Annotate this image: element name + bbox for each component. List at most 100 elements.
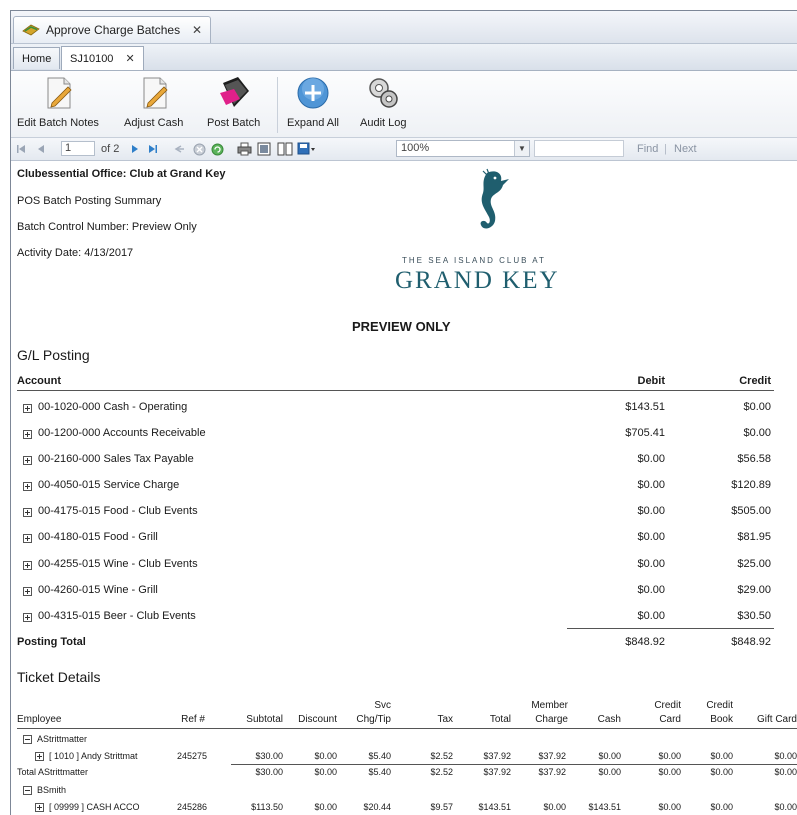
- gl-credit: $56.58: [737, 453, 771, 465]
- report-summary-title: POS Batch Posting Summary: [17, 195, 162, 207]
- page-number-input[interactable]: 1: [61, 141, 95, 156]
- collapse-group-icon[interactable]: [23, 735, 32, 744]
- gl-debit: $705.41: [625, 427, 665, 439]
- column-employee: Employee: [17, 714, 62, 725]
- ticket-header-divider: [17, 728, 797, 729]
- expand-row-icon[interactable]: [23, 482, 32, 491]
- expand-row-icon[interactable]: [23, 508, 32, 517]
- group-total-subtotal: $30.00: [255, 767, 283, 777]
- expand-row-icon[interactable]: [23, 561, 32, 570]
- column-svc: Svc: [374, 700, 391, 711]
- group-total-credit-card: $0.00: [658, 767, 681, 777]
- tab-home[interactable]: Home: [13, 47, 61, 69]
- document-tab-bar: Approve Charge Batches ✕: [11, 11, 797, 44]
- gl-debit: $0.00: [637, 558, 665, 570]
- column-ref: Ref #: [181, 714, 205, 725]
- edit-notes-icon: [47, 77, 72, 109]
- expand-row-icon[interactable]: [23, 430, 32, 439]
- ticket-ref: 245275: [177, 751, 208, 761]
- column-discount: Discount: [298, 714, 337, 725]
- ticket-credit-book: $0.00: [710, 802, 733, 812]
- gl-debit: $0.00: [637, 531, 665, 543]
- refresh-icon[interactable]: [211, 141, 224, 157]
- column-credit: Credit: [739, 375, 771, 387]
- ticket-gift-card: $0.00: [774, 802, 797, 812]
- seahorse-logo-icon: [480, 168, 509, 229]
- find-input[interactable]: [534, 140, 624, 157]
- header-divider: [17, 390, 774, 391]
- report-office-title: Clubessential Office: Club at Grand Key: [17, 168, 226, 180]
- adjust-cash-button[interactable]: Adjust Cash: [124, 75, 183, 129]
- column-cash: Cash: [597, 714, 621, 725]
- logo-title: GRAND KEY: [395, 267, 560, 294]
- tab-sj10100[interactable]: SJ10100 ✕: [61, 46, 144, 70]
- export-icon[interactable]: [297, 141, 317, 157]
- expand-all-button[interactable]: Expand All: [287, 75, 339, 129]
- column-credit-book: Book: [710, 714, 733, 725]
- ticket-credit-book: $0.00: [710, 751, 733, 761]
- posting-total-debit: $848.92: [625, 636, 665, 648]
- page-count: of 2: [101, 143, 120, 155]
- column-credit-book-top: Credit: [706, 700, 733, 711]
- first-page-icon[interactable]: [15, 141, 27, 157]
- expand-all-label: Expand All: [287, 117, 339, 129]
- expand-row-icon[interactable]: [23, 456, 32, 465]
- gl-credit: $0.00: [743, 427, 771, 439]
- ticket-ref: 245286: [177, 802, 208, 812]
- gl-account-name: 00-4175-015 Food - Club Events: [38, 505, 198, 517]
- logo-subtitle: THE SEA ISLAND CLUB AT: [402, 256, 546, 265]
- posting-total-credit: $848.92: [731, 636, 771, 648]
- gl-credit: $81.95: [737, 531, 771, 543]
- find-button[interactable]: Find: [637, 141, 658, 157]
- post-batch-icon: [219, 77, 249, 107]
- gl-credit: $30.50: [737, 610, 771, 622]
- audit-log-button[interactable]: Audit Log: [360, 75, 406, 129]
- next-page-icon[interactable]: [129, 141, 141, 157]
- expand-row-icon[interactable]: [35, 803, 44, 812]
- edit-batch-notes-button[interactable]: Edit Batch Notes: [17, 75, 99, 129]
- adjust-cash-label: Adjust Cash: [124, 117, 184, 129]
- application-window: Approve Charge Batches ✕ Home SJ10100 ✕ …: [10, 10, 797, 815]
- column-member-charge: Charge: [535, 714, 568, 725]
- page-setup-icon[interactable]: [277, 141, 293, 157]
- sub-tab-bar: Home SJ10100 ✕: [11, 44, 797, 71]
- tab-approve-charge-batches[interactable]: Approve Charge Batches ✕: [13, 16, 211, 43]
- report-navigation-bar: 1 of 2 100% ▼ Find | Next: [11, 138, 797, 161]
- ticket-member-charge: $37.92: [538, 751, 566, 761]
- ticket-employee: [ 1010 ] Andy Strittmat: [49, 751, 138, 761]
- zoom-select[interactable]: 100% ▼: [396, 140, 530, 157]
- expand-row-icon[interactable]: [23, 534, 32, 543]
- chevron-down-icon[interactable]: ▼: [514, 141, 529, 156]
- back-icon[interactable]: [173, 141, 185, 157]
- ticket-subtotal: $30.00: [255, 751, 283, 761]
- gl-account-name: 00-2160-000 Sales Tax Payable: [38, 453, 194, 465]
- gl-posting-title: G/L Posting: [17, 347, 90, 363]
- posting-total-label: Posting Total: [17, 636, 86, 648]
- group-total-cash: $0.00: [598, 767, 621, 777]
- tab-sj10100-label: SJ10100: [70, 52, 114, 65]
- expand-row-icon[interactable]: [35, 752, 44, 761]
- column-member: Member: [531, 700, 568, 711]
- next-button[interactable]: Next: [674, 141, 697, 157]
- expand-row-icon[interactable]: [23, 613, 32, 622]
- post-batch-button[interactable]: Post Batch: [207, 75, 260, 129]
- close-tab-icon[interactable]: ✕: [192, 23, 202, 37]
- print-icon[interactable]: [237, 141, 252, 157]
- group-name: AStrittmatter: [37, 734, 88, 744]
- group-total-svc: $5.40: [368, 767, 391, 777]
- close-icon[interactable]: ✕: [125, 52, 134, 65]
- gl-credit: $505.00: [731, 505, 771, 517]
- print-layout-icon[interactable]: [257, 141, 271, 157]
- previous-page-icon[interactable]: [35, 141, 47, 157]
- action-toolbar: Edit Batch Notes Adjust Cash Post Batch: [11, 71, 797, 138]
- group-name: BSmith: [37, 785, 67, 795]
- column-debit: Debit: [637, 375, 666, 387]
- expand-row-icon[interactable]: [23, 404, 32, 413]
- expand-row-icon[interactable]: [23, 587, 32, 596]
- last-page-icon[interactable]: [147, 141, 159, 157]
- activity-date: Activity Date: 4/13/2017: [17, 247, 134, 259]
- stop-icon[interactable]: [193, 141, 206, 157]
- ticket-total: $143.51: [478, 802, 511, 812]
- column-credit-card: Card: [659, 714, 681, 725]
- collapse-group-icon[interactable]: [23, 786, 32, 795]
